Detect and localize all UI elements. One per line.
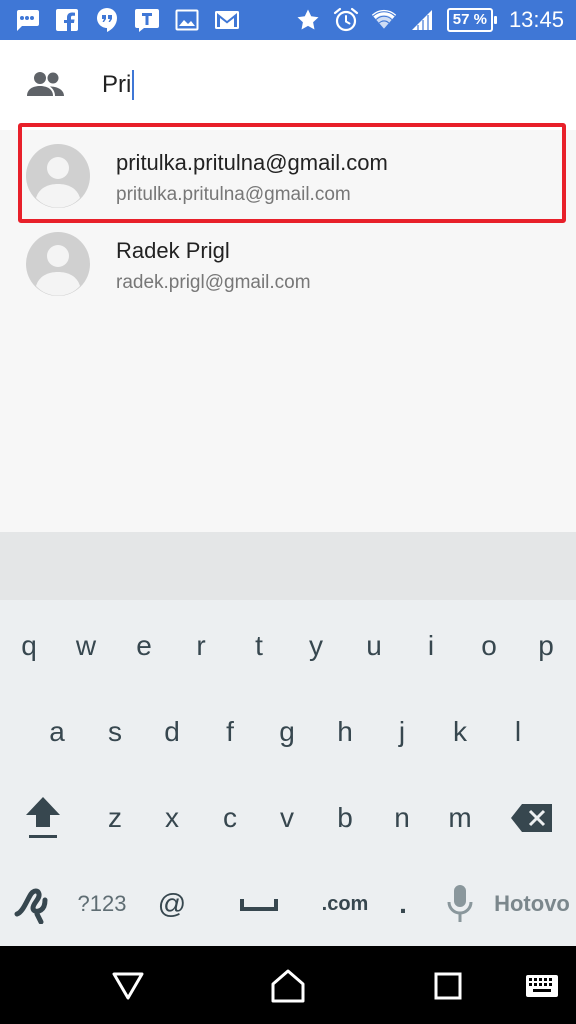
keyboard-row-3: z x c v b n m	[0, 775, 576, 861]
contact-row[interactable]: pritulka.pritulna@gmail.com pritulka.pri…	[0, 132, 576, 220]
keyboard-row-2: a s d f g h j k l	[0, 689, 576, 775]
contact-name: pritulka.pritulna@gmail.com	[116, 150, 388, 175]
space-bar-icon	[240, 899, 278, 911]
key-o[interactable]: o	[461, 603, 517, 689]
shift-arrow-icon	[26, 797, 60, 838]
keyboard: q w e r t y u i o p a s d f g h j k l z …	[0, 600, 576, 946]
key-p[interactable]: p	[518, 603, 574, 689]
key-b[interactable]: b	[317, 775, 373, 861]
home-button[interactable]	[268, 966, 308, 1006]
keyboard-suggestion-strip	[0, 532, 576, 600]
key-h[interactable]: h	[317, 689, 373, 775]
wifi-icon	[371, 7, 397, 33]
key-q[interactable]: q	[1, 603, 57, 689]
hangouts-icon	[94, 7, 120, 33]
battery-icon: 57 %	[446, 8, 497, 32]
text-cursor	[132, 70, 135, 100]
key-j[interactable]: j	[374, 689, 430, 775]
symbols-key[interactable]: ?123	[66, 861, 138, 947]
key-i[interactable]: i	[403, 603, 459, 689]
search-input-value: Pri	[102, 71, 132, 98]
key-s[interactable]: s	[87, 689, 143, 775]
key-y[interactable]: y	[288, 603, 344, 689]
dot-key[interactable]: .	[378, 861, 428, 947]
t-app-icon	[134, 7, 160, 33]
battery-percentage: 57 %	[446, 8, 493, 32]
key-c[interactable]: c	[202, 775, 258, 861]
swype-logo-icon	[14, 888, 48, 924]
contact-email: pritulka.pritulna@gmail.com	[116, 184, 351, 205]
keyboard-switch-button[interactable]	[522, 966, 562, 1006]
contact-suggestions-list: pritulka.pritulna@gmail.com pritulka.pri…	[0, 130, 576, 532]
key-v[interactable]: v	[259, 775, 315, 861]
key-g[interactable]: g	[259, 689, 315, 775]
keyboard-row-1: q w e r t y u i o p	[0, 603, 576, 689]
key-x[interactable]: x	[144, 775, 200, 861]
key-t[interactable]: t	[231, 603, 287, 689]
facebook-icon	[54, 7, 80, 33]
at-key[interactable]: @	[144, 861, 200, 947]
microphone-icon	[447, 885, 473, 922]
avatar	[26, 144, 90, 208]
avatar	[26, 232, 90, 296]
back-button[interactable]	[108, 966, 148, 1006]
key-r[interactable]: r	[173, 603, 229, 689]
home-icon	[271, 969, 305, 1003]
done-key[interactable]: Hotovo	[488, 861, 576, 947]
keyboard-row-4: ?123 @ .com . Hotovo	[0, 861, 576, 947]
system-icons: 57 % 13:45	[295, 6, 564, 34]
key-z[interactable]: z	[87, 775, 143, 861]
key-f[interactable]: f	[202, 689, 258, 775]
contact-name: Radek Prigl	[116, 238, 230, 263]
shift-key[interactable]	[12, 775, 74, 861]
key-n[interactable]: n	[374, 775, 430, 861]
keyboard-icon	[526, 975, 558, 997]
key-e[interactable]: e	[116, 603, 172, 689]
recipient-search-bar: Pri	[0, 40, 576, 130]
chat-bubble-icon	[14, 7, 40, 33]
status-bar: 57 % 13:45	[0, 0, 576, 40]
alarm-icon	[333, 7, 359, 33]
signal-icon	[409, 7, 435, 33]
back-triangle-icon	[112, 972, 144, 1000]
key-d[interactable]: d	[144, 689, 200, 775]
microphone-key[interactable]	[434, 861, 486, 947]
search-input[interactable]: Pri	[102, 70, 135, 100]
image-icon	[174, 7, 200, 33]
key-u[interactable]: u	[346, 603, 402, 689]
key-k[interactable]: k	[432, 689, 488, 775]
key-l[interactable]: l	[490, 689, 546, 775]
contact-row[interactable]: Radek Prigl radek.prigl@gmail.com	[0, 222, 576, 310]
backspace-icon	[511, 804, 552, 832]
backspace-key[interactable]	[500, 775, 564, 861]
swype-key[interactable]	[4, 861, 60, 947]
clock: 13:45	[508, 7, 564, 32]
contact-email: radek.prigl@gmail.com	[116, 272, 311, 293]
recents-square-icon	[434, 972, 462, 1000]
space-key[interactable]	[214, 861, 304, 947]
key-a[interactable]: a	[29, 689, 85, 775]
dotcom-key[interactable]: .com	[312, 861, 378, 947]
star-icon	[295, 7, 321, 33]
recents-button[interactable]	[428, 966, 468, 1006]
key-m[interactable]: m	[432, 775, 488, 861]
key-w[interactable]: w	[58, 603, 114, 689]
navigation-bar	[0, 946, 576, 1024]
people-icon[interactable]	[26, 70, 66, 100]
gmail-icon	[214, 7, 240, 33]
notification-icons	[14, 6, 240, 34]
